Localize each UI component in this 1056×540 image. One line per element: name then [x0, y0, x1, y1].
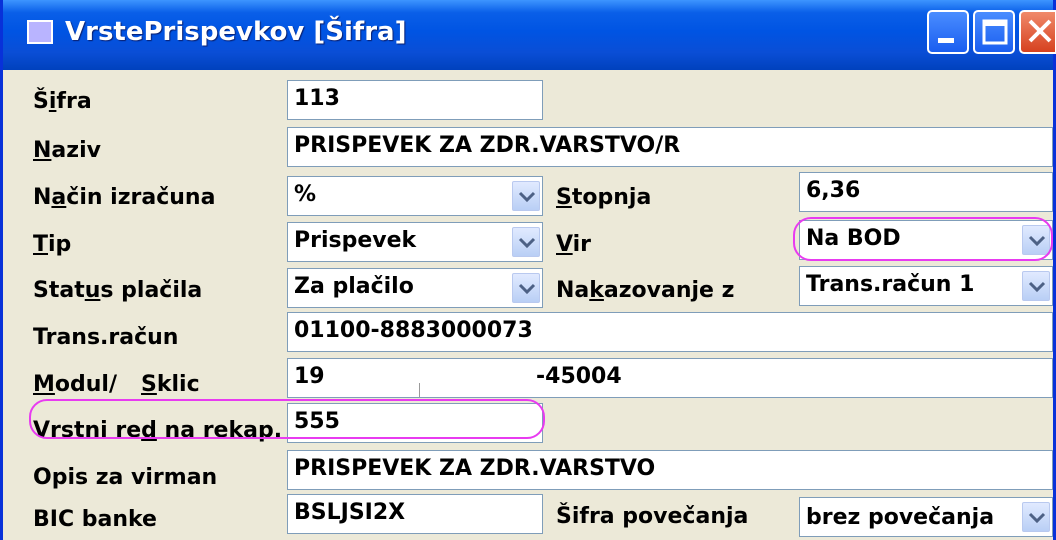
- opis-za-virman-input[interactable]: PRISPEVEK ZA ZDR.VARSTVO: [287, 450, 1053, 490]
- naziv-input[interactable]: PRISPEVEK ZA ZDR.VARSTVO/R: [287, 127, 1053, 167]
- naziv-label: Naziv: [33, 138, 101, 163]
- sifra-label: Šifra: [33, 89, 92, 114]
- chevron-down-icon: [1028, 235, 1046, 247]
- chevron-down-icon: [1028, 281, 1046, 293]
- sifra-povecanja-select[interactable]: brez povečanja: [799, 497, 1053, 537]
- maximize-button[interactable]: [973, 10, 1015, 54]
- nakazovanje-select[interactable]: Trans.račun 1: [799, 266, 1053, 306]
- nakazovanje-label: Nakazovanje z: [556, 278, 735, 303]
- bic-banke-input[interactable]: BSLJSI2X: [287, 494, 543, 534]
- form-icon: [27, 20, 53, 44]
- status-placila-label: Status plačila: [33, 278, 203, 303]
- bic-banke-label: BIC banke: [33, 507, 157, 532]
- separator: [416, 359, 528, 360]
- chevron-down-icon: [1028, 512, 1046, 524]
- dropdown-button[interactable]: [1022, 502, 1050, 532]
- nacin-izracuna-label: Način izračuna: [33, 185, 216, 210]
- dropdown-button[interactable]: [1022, 271, 1050, 301]
- trans-racun-label: Trans.račun: [33, 325, 179, 350]
- tip-select[interactable]: Prispevek: [287, 222, 543, 262]
- sifra-povecanja-label: Šifra povečanja: [556, 504, 749, 529]
- close-button[interactable]: [1019, 10, 1056, 54]
- tip-label: Tip: [33, 232, 72, 257]
- form-window: VrstePrispevkov [Šifra] Šifra 113 Naziv: [0, 0, 1056, 540]
- modul-sklic-input[interactable]: 19 -45004: [287, 358, 1053, 398]
- separator-tick: [419, 383, 420, 397]
- title-bar[interactable]: VrstePrispevkov [Šifra]: [3, 0, 1056, 70]
- dropdown-button[interactable]: [512, 273, 540, 303]
- vrstni-red-label: Vrstni red na rekap.: [33, 418, 283, 443]
- dropdown-button[interactable]: [512, 181, 540, 211]
- minimize-icon: [938, 38, 954, 43]
- sifra-input[interactable]: 113: [287, 80, 543, 120]
- window-title: VrstePrispevkov [Šifra]: [65, 17, 407, 47]
- maximize-icon: [982, 19, 1008, 45]
- dropdown-button[interactable]: [1022, 225, 1050, 255]
- chevron-down-icon: [518, 237, 536, 249]
- nacin-izracuna-select[interactable]: %: [287, 176, 543, 216]
- status-placila-select[interactable]: Za plačilo: [287, 268, 543, 308]
- vrstni-red-input[interactable]: 555: [287, 403, 543, 443]
- dropdown-button[interactable]: [512, 227, 540, 257]
- opis-za-virman-label: Opis za virman: [33, 465, 218, 490]
- close-icon: [1028, 19, 1052, 43]
- trans-racun-input[interactable]: 01100-8883000073: [287, 312, 1053, 352]
- vir-label: Vir: [556, 232, 592, 257]
- modul-sklic-label: Modul/Sklic: [33, 372, 200, 397]
- stopnja-label: Stopnja: [556, 185, 652, 210]
- chevron-down-icon: [518, 283, 536, 295]
- minimize-button[interactable]: [927, 10, 969, 54]
- stopnja-input[interactable]: 6,36: [799, 172, 1053, 212]
- vir-select[interactable]: Na BOD: [799, 220, 1053, 260]
- chevron-down-icon: [518, 191, 536, 203]
